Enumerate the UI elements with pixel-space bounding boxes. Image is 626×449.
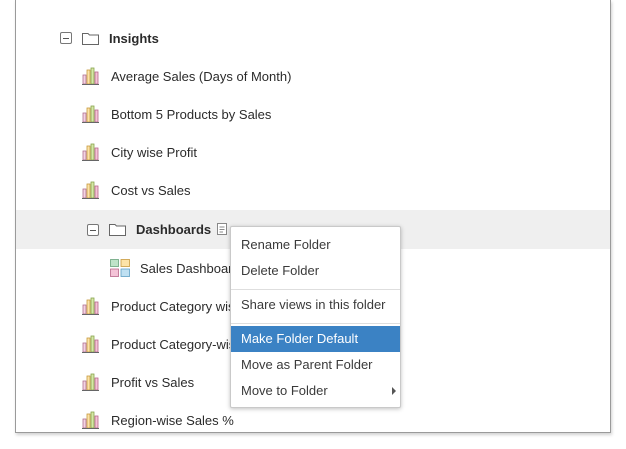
report-row[interactable]: City wise Profit	[16, 133, 610, 171]
menu-item-share-views[interactable]: Share views in this folder	[231, 292, 400, 318]
report-label: Region-wise Sales %	[111, 412, 234, 428]
report-label: Average Sales (Days of Month)	[111, 68, 292, 84]
report-row[interactable]: Bottom 5 Products by Sales	[16, 95, 610, 133]
report-label: Product Category-wise	[111, 336, 243, 352]
menu-item-make-folder-default[interactable]: Make Folder Default	[231, 326, 400, 352]
folder-icon	[109, 224, 126, 236]
report-label: Product Category wise	[111, 298, 242, 314]
menu-item-move-as-parent-folder[interactable]: Move as Parent Folder	[231, 352, 400, 378]
report-label: Profit vs Sales	[111, 374, 195, 390]
chart-icon	[82, 67, 99, 85]
report-label: City wise Profit	[111, 144, 197, 160]
menu-item-label: Move to Folder	[241, 383, 328, 398]
chart-icon	[82, 297, 99, 315]
chart-icon	[82, 373, 99, 391]
dashboard-icon	[110, 259, 130, 277]
collapse-icon[interactable]	[87, 223, 99, 236]
collapse-icon[interactable]	[60, 32, 72, 44]
folder-label: Insights	[109, 30, 159, 46]
folder-context-menu: Rename Folder Delete Folder Share views …	[230, 226, 401, 408]
menu-item-move-to-folder[interactable]: Move to Folder	[231, 378, 400, 404]
menu-item-delete-folder[interactable]: Delete Folder	[231, 258, 400, 284]
menu-separator	[231, 323, 400, 324]
menu-separator	[231, 289, 400, 290]
folder-label: Dashboards	[136, 222, 212, 237]
chart-icon	[82, 143, 99, 161]
note-icon[interactable]	[217, 223, 229, 236]
report-label: Bottom 5 Products by Sales	[111, 106, 272, 122]
folder-icon	[82, 32, 99, 45]
folder-row-insights[interactable]: Insights	[16, 19, 610, 57]
chart-icon	[82, 105, 99, 123]
menu-item-rename-folder[interactable]: Rename Folder	[231, 232, 400, 258]
chart-icon	[82, 335, 99, 353]
report-label: Cost vs Sales	[111, 182, 191, 198]
chart-icon	[82, 411, 99, 429]
dashboard-label: Sales Dashboard	[140, 260, 240, 276]
report-row[interactable]: Average Sales (Days of Month)	[16, 57, 610, 95]
chart-icon	[82, 181, 99, 199]
submenu-arrow-icon	[392, 387, 396, 395]
report-row[interactable]: Cost vs Sales	[16, 171, 610, 209]
